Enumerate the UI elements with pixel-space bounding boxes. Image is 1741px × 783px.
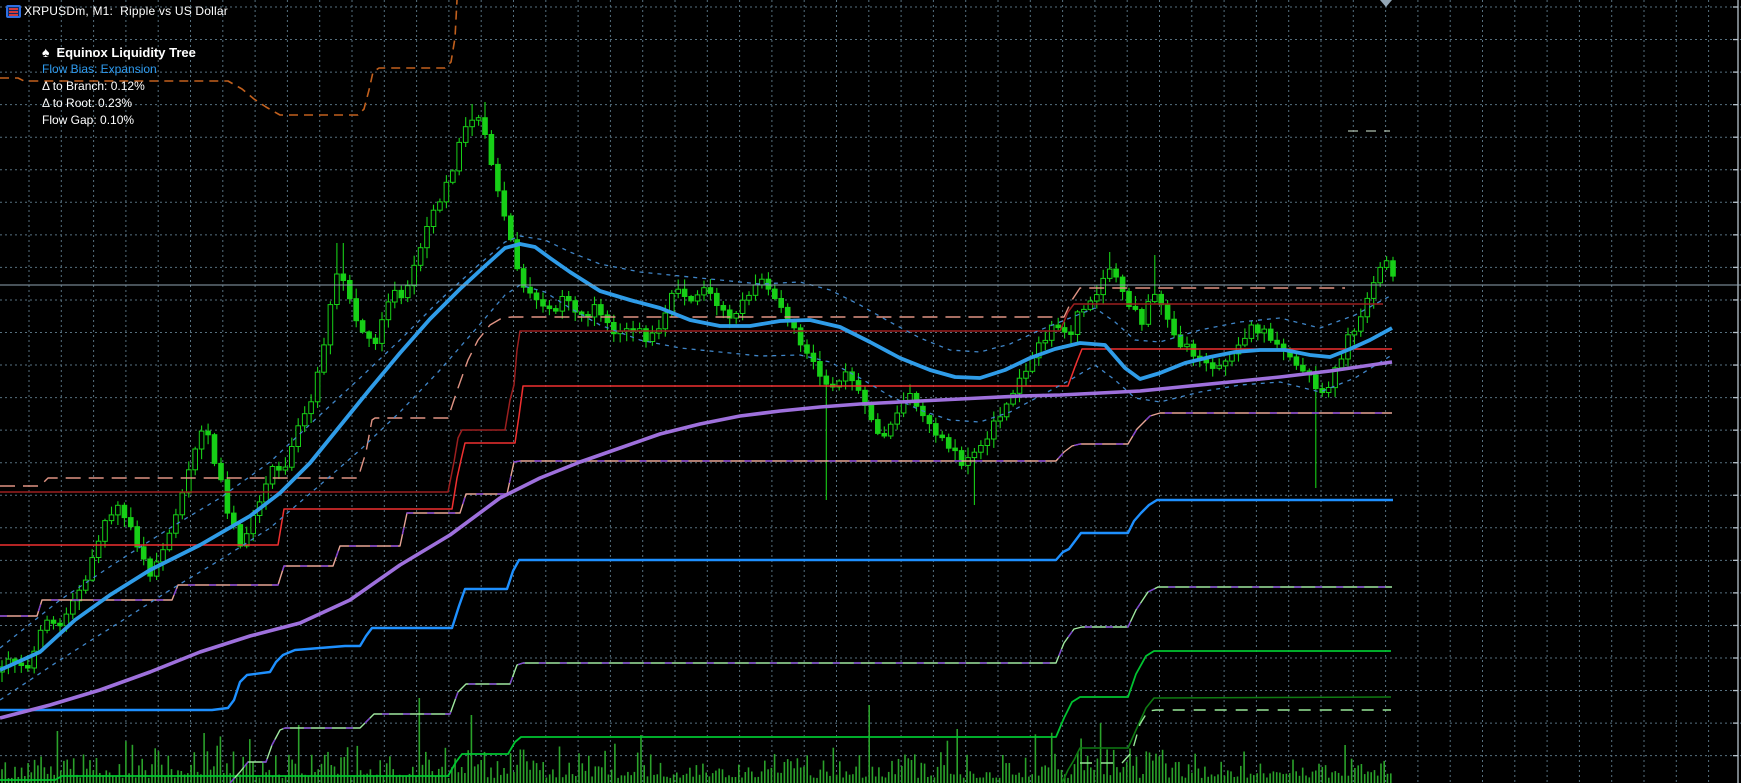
blue-root-step-line (0, 498, 1393, 712)
indicator-row-flow-bias: Flow Bias: Expansion (42, 62, 157, 76)
blue-ma-line (0, 242, 1393, 672)
salmon-branch-line (0, 412, 1392, 617)
chart-symbol-title: XRPUSDm, M1: Ripple vs US Dollar (24, 4, 228, 18)
price-axis-border[interactable] (1733, 0, 1739, 783)
tree-icon: ♠ (42, 44, 50, 60)
chart-area[interactable] (0, 0, 1741, 783)
indicator-title: ♠ Equinox Liquidity Tree (42, 44, 196, 61)
indicator-row-delta-branch: Δ to Branch: 0.12% (42, 79, 145, 93)
chart-window: XRPUSDm, M1: Ripple vs US Dollar ♠ Equino… (0, 0, 1741, 783)
red-resistance-line (0, 348, 1392, 546)
green-trunk-line (0, 650, 1391, 781)
chart-shift-marker[interactable] (1380, 0, 1392, 7)
indicator-overlays (0, 0, 1393, 783)
indicator-panel: ♠ Equinox Liquidity Tree Flow Bias: Expan… (42, 44, 196, 129)
indicator-row-delta-root: Δ to Root: 0.23% (42, 96, 133, 110)
indicator-title-text: Equinox Liquidity Tree (56, 45, 196, 60)
lightgreen-branch-line-purple-dash (229, 586, 1392, 783)
indicator-row-flow-gap: Flow Gap: 0.10% (42, 113, 135, 127)
candlesticks (0, 102, 1396, 682)
chart-list-icon (6, 5, 21, 18)
grid (0, 0, 1741, 783)
lightgreen-branch-line (229, 586, 1392, 783)
